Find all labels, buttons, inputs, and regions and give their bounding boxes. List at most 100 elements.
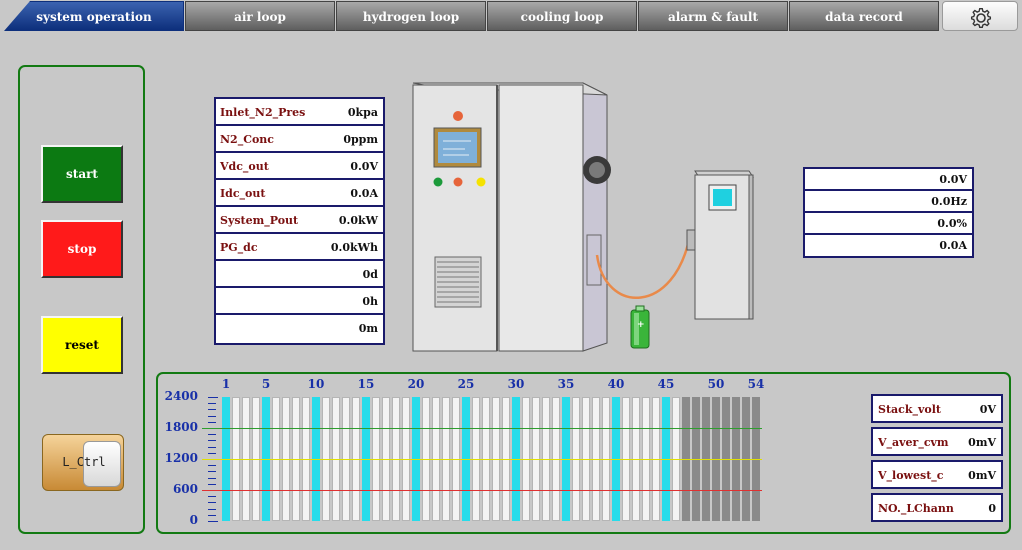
param-row: PG_dc 0.0kWh [216, 234, 383, 261]
tab-cooling-loop[interactable]: cooling loop [487, 1, 637, 31]
param-label: N2_Conc [220, 133, 274, 146]
cell-index-label: 30 [507, 377, 525, 391]
y-minor-tick [208, 446, 216, 448]
tab-label: data record [825, 10, 903, 24]
y-minor-tick [208, 483, 216, 485]
param-label: Inlet_N2_Pres [220, 106, 306, 119]
stat-label: V_lowest_c [878, 469, 944, 482]
param-row: Inlet_N2_Pres 0kpa [216, 99, 383, 126]
svg-text:+: + [637, 320, 645, 330]
stat-no-lchann: NO._LChann 0 [871, 493, 1003, 522]
cell-index-label: 5 [261, 377, 271, 391]
param-row: 0h [216, 288, 383, 315]
y-tick-label: 1800 [164, 420, 198, 434]
control-box-icon [686, 170, 754, 320]
stat-value: 0mV [968, 469, 996, 482]
reset-button[interactable]: reset [41, 316, 123, 374]
y-minor-tick [208, 415, 216, 417]
y-tick-label: 2400 [164, 389, 198, 403]
param-value: 0.0kWh [330, 241, 378, 254]
parameter-table: Inlet_N2_Pres 0kpa N2_Conc 0ppm Vdc_out 0.0… [214, 97, 385, 345]
y-minor-tick [208, 514, 216, 516]
fuel-cell-cabinet-icon [412, 82, 611, 352]
stat-label: V_aver_cvm [878, 436, 949, 449]
readout-row: 0.0% [805, 213, 972, 235]
tab-hydrogen-loop[interactable]: hydrogen loop [336, 1, 486, 31]
cell-index-label: 50 [707, 377, 725, 391]
y-minor-tick [208, 508, 216, 510]
readout-value: 0.0Hz [931, 195, 967, 208]
readout-row: 0.0A [805, 235, 972, 257]
stat-value: 0V [979, 403, 996, 416]
stat-value: 0 [988, 502, 996, 515]
y-tick-label: 600 [172, 482, 198, 496]
reference-line [202, 490, 762, 491]
y-minor-tick [208, 471, 216, 473]
stat-label: Stack_volt [878, 403, 941, 416]
y-minor-tick [208, 465, 216, 467]
cell-index-label: 40 [607, 377, 625, 391]
stat-v-lowest-c: V_lowest_c 0mV [871, 460, 1003, 489]
y-minor-tick [208, 477, 216, 479]
param-row: 0d [216, 261, 383, 288]
stat-stack-volt: Stack_volt 0V [871, 394, 1003, 423]
runtime-days: 0d [362, 268, 378, 281]
param-row: N2_Conc 0ppm [216, 126, 383, 153]
readout-value: 0.0V [939, 173, 967, 186]
y-minor-tick [208, 409, 216, 411]
y-tick-label: 0 [189, 513, 198, 527]
settings-button[interactable] [942, 1, 1018, 31]
param-label: Idc_out [220, 187, 266, 200]
cell-index-label: 45 [657, 377, 675, 391]
tab-bar: system operation air loop hydrogen loop … [0, 0, 1022, 33]
cell-index-label: 54 [747, 377, 765, 391]
param-label: PG_dc [220, 241, 258, 254]
y-minor-tick [208, 502, 216, 504]
cell-index-label: 25 [457, 377, 475, 391]
stop-button[interactable]: stop [41, 220, 123, 278]
l-ctrl-toggle[interactable]: L_Ctrl [42, 434, 124, 491]
gear-icon [970, 7, 992, 29]
readout-value: 0.0A [939, 239, 967, 252]
start-button[interactable]: start [41, 145, 123, 203]
param-label: System_Pout [220, 214, 299, 227]
tab-air-loop[interactable]: air loop [185, 1, 335, 31]
cell-index-label: 20 [407, 377, 425, 391]
readout-table: 0.0V 0.0Hz 0.0% 0.0A [803, 167, 974, 258]
param-value: 0kpa [347, 106, 378, 119]
control-panel: start stop reset L_Ctrl [18, 65, 145, 534]
param-row: 0m [216, 315, 383, 342]
reference-line [202, 428, 762, 429]
y-minor-tick [208, 403, 216, 405]
tab-label: system operation [36, 10, 152, 24]
tab-alarm-fault[interactable]: alarm & fault [638, 1, 788, 31]
param-value: 0.0V [350, 160, 378, 173]
param-row: Vdc_out 0.0V [216, 153, 383, 180]
param-label: Vdc_out [220, 160, 269, 173]
cell-index-label: 35 [557, 377, 575, 391]
cell-index-label: 1 [221, 377, 231, 391]
readout-value: 0.0% [937, 217, 967, 230]
tab-data-record[interactable]: data record [789, 1, 939, 31]
readout-row: 0.0V [805, 169, 972, 191]
tab-system-operation[interactable]: system operation [4, 1, 184, 31]
tab-label: hydrogen loop [362, 10, 460, 24]
cell-index-label: 10 [307, 377, 325, 391]
battery-icon: + [630, 305, 650, 349]
fuel-cell-system-illustration: + [412, 82, 754, 352]
y-minor-tick [208, 452, 216, 454]
l-ctrl-label: L_Ctrl [62, 455, 106, 469]
runtime-minutes: 0m [358, 322, 378, 335]
y-minor-tick [208, 521, 218, 522]
stat-v-aver-cvm: V_aver_cvm 0mV [871, 427, 1003, 456]
y-minor-tick [208, 496, 216, 498]
param-value: 0ppm [343, 133, 378, 146]
y-minor-tick [208, 397, 218, 398]
y-tick-label: 1200 [164, 451, 198, 465]
param-row: Idc_out 0.0A [216, 180, 383, 207]
stat-value: 0mV [968, 436, 996, 449]
y-minor-tick [208, 434, 216, 436]
param-row: System_Pout 0.0kW [216, 207, 383, 234]
cell-index-label: 15 [357, 377, 375, 391]
readout-row: 0.0Hz [805, 191, 972, 213]
